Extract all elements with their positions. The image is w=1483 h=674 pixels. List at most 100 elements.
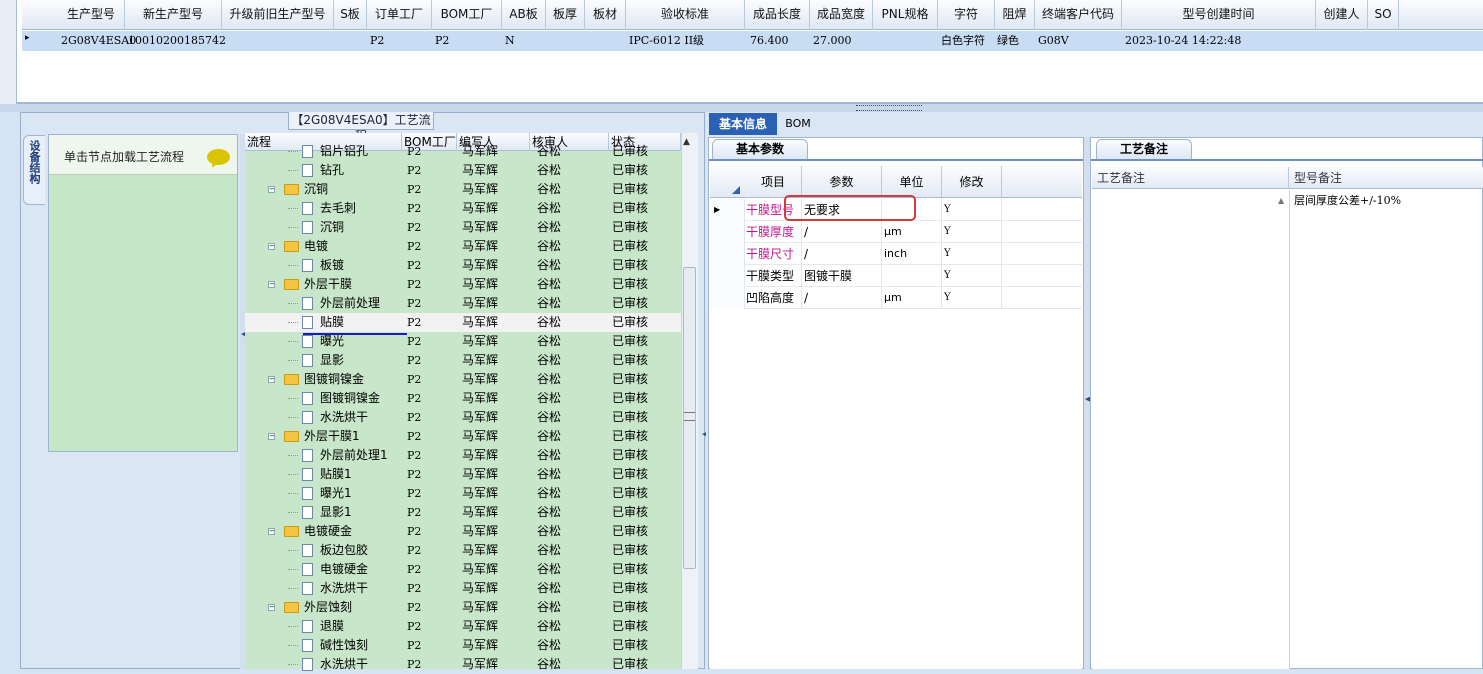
collapse-node-icon[interactable]: − (268, 186, 275, 193)
tree-row[interactable]: 外层前处理 P2 马军辉 谷松 已审核 (245, 294, 681, 313)
collapse-node-icon[interactable]: − (268, 281, 275, 288)
top-col-header[interactable]: BOM工厂 (432, 0, 502, 30)
tree-node-name[interactable]: 水洗烘干 (320, 579, 368, 598)
param-value[interactable]: / (802, 221, 882, 243)
tree-row[interactable]: − 外层干膜1 P2 马军辉 谷松 已审核 (245, 427, 681, 446)
header-process-note[interactable]: 工艺备注 (1093, 167, 1289, 189)
tree-row[interactable]: 板镀 P2 马军辉 谷松 已审核 (245, 256, 681, 275)
tree-node-name[interactable]: 沉铜 (320, 218, 344, 237)
top-grid-cell[interactable]: 绿色 (997, 31, 1019, 51)
tree-row[interactable]: − 图镀铜镍金 P2 马军辉 谷松 已审核 (245, 370, 681, 389)
top-grid-cell[interactable]: G08V (1038, 31, 1069, 51)
top-col-header[interactable]: 型号创建时间 (1122, 0, 1316, 30)
tree-node-name[interactable]: 去毛刺 (320, 199, 356, 218)
tree-node-name[interactable]: 电镀硬金 (304, 522, 352, 541)
top-grid-cell[interactable]: 2G08V4ESA0 (61, 31, 136, 51)
tree-row[interactable]: 贴膜 P2 马军辉 谷松 已审核 (245, 313, 681, 332)
param-row[interactable]: 干膜类型 图镀干膜 Y (710, 265, 1082, 287)
param-unit[interactable]: μm (882, 287, 942, 309)
top-col-header[interactable]: 成品长度 (745, 0, 810, 30)
param-modify[interactable]: Y (942, 287, 1002, 309)
splitter-grip-icon[interactable] (856, 105, 922, 111)
param-value[interactable]: / (802, 287, 882, 309)
tree-row[interactable]: 铝片铝孔 P2 马军辉 谷松 已审核 (245, 142, 681, 161)
tab-basic-info[interactable]: 基本信息 (709, 113, 777, 135)
tree-row[interactable]: 水洗烘干 P2 马军辉 谷松 已审核 (245, 408, 681, 427)
scroll-up-icon[interactable]: ▲ (1278, 196, 1284, 205)
top-col-header[interactable]: 生产型号 (58, 0, 125, 30)
top-col-header[interactable]: 新生产型号 (125, 0, 222, 30)
param-unit[interactable] (882, 265, 942, 287)
top-col-header[interactable]: PNL规格 (873, 0, 938, 30)
top-col-header[interactable]: 字符 (938, 0, 995, 30)
top-col-header[interactable]: AB板 (502, 0, 546, 30)
top-grid-cell[interactable]: 10010200185742 (128, 31, 226, 51)
param-modify[interactable]: Y (942, 221, 1002, 243)
tree-row[interactable]: − 外层蚀刻 P2 马军辉 谷松 已审核 (245, 598, 681, 617)
tab-bom[interactable]: BOM (780, 113, 816, 135)
tab-process-notes[interactable]: 工艺备注 (1096, 139, 1192, 159)
tree-node-name[interactable]: 显影1 (320, 503, 352, 522)
top-grid-cell[interactable]: N (505, 31, 515, 51)
param-modify[interactable]: Y (942, 265, 1002, 287)
tree-node-name[interactable]: 板边包胶 (320, 541, 368, 560)
top-grid-cell[interactable]: 27.000 (813, 31, 852, 51)
top-col-header[interactable]: 板厚 (546, 0, 585, 30)
top-grid-cell[interactable]: 76.400 (750, 31, 789, 51)
collapse-node-icon[interactable]: − (268, 528, 275, 535)
top-col-header[interactable]: 创建人 (1316, 0, 1368, 30)
param-unit[interactable]: μm (882, 221, 942, 243)
tree-node-name[interactable]: 板镀 (320, 256, 344, 275)
top-col-header[interactable]: 升级前旧生产型号 (222, 0, 334, 30)
tree-node-name[interactable]: 钻孔 (320, 161, 344, 180)
model-note-text[interactable]: 层间厚度公差+/-10% (1294, 192, 1401, 208)
tree-row[interactable]: − 外层干膜 P2 马军辉 谷松 已审核 (245, 275, 681, 294)
param-col-header[interactable]: 修改 (942, 166, 1002, 198)
tree-row[interactable]: 显影 P2 马军辉 谷松 已审核 (245, 351, 681, 370)
top-col-header[interactable]: 验收标准 (626, 0, 745, 30)
param-unit[interactable]: inch (882, 243, 942, 265)
tree-node-name[interactable]: 贴膜1 (320, 465, 352, 484)
tree-node-name[interactable]: 电镀硬金 (320, 560, 368, 579)
top-grid-cell[interactable]: P2 (435, 31, 449, 51)
tree-row[interactable]: 水洗烘干 P2 马军辉 谷松 已审核 (245, 579, 681, 598)
tree-row[interactable]: 碱性蚀刻 P2 马军辉 谷松 已审核 (245, 636, 681, 655)
top-col-header[interactable]: 阻焊 (995, 0, 1035, 30)
tree-node-name[interactable]: 水洗烘干 (320, 408, 368, 427)
scroll-up-icon[interactable]: ▲ (683, 137, 690, 147)
param-value[interactable]: / (802, 243, 882, 265)
param-modify[interactable]: Y (942, 199, 1002, 221)
top-col-header[interactable]: 终端客户代码 (1035, 0, 1122, 30)
tree-row[interactable]: 去毛刺 P2 马军辉 谷松 已审核 (245, 199, 681, 218)
tree-node-name[interactable]: 显影 (320, 351, 344, 370)
tree-node-name[interactable]: 铝片铝孔 (320, 142, 368, 161)
tree-row[interactable]: − 电镀硬金 P2 马军辉 谷松 已审核 (245, 522, 681, 541)
param-col-header[interactable]: 单位 (882, 166, 942, 198)
tree-row[interactable]: 图镀铜镍金 P2 马军辉 谷松 已审核 (245, 389, 681, 408)
tree-row[interactable]: 水洗烘干 P2 马军辉 谷松 已审核 (245, 655, 681, 674)
collapse-node-icon[interactable]: − (268, 604, 275, 611)
param-row[interactable]: 干膜尺寸 / inch Y (710, 243, 1082, 265)
tree-node-name[interactable]: 贴膜 (320, 313, 344, 332)
top-grid-cell[interactable]: 白色字符 (941, 31, 985, 51)
top-col-header[interactable]: S板 (334, 0, 367, 30)
tree-node-name[interactable]: 图镀铜镍金 (320, 389, 380, 408)
collapse-node-icon[interactable]: − (268, 433, 275, 440)
tree-row[interactable]: 沉铜 P2 马军辉 谷松 已审核 (245, 218, 681, 237)
tree-row[interactable]: 退膜 P2 马军辉 谷松 已审核 (245, 617, 681, 636)
collapse-node-icon[interactable]: − (268, 243, 275, 250)
tree-node-name[interactable]: 图镀铜镍金 (304, 370, 364, 389)
collapse-node-icon[interactable]: − (268, 376, 275, 383)
tree-node-name[interactable]: 退膜 (320, 617, 344, 636)
param-col-header[interactable]: 项目 (745, 166, 802, 198)
param-row[interactable]: 凹陷高度 / μm Y (710, 287, 1082, 309)
tree-node-name[interactable]: 外层干膜 (304, 275, 352, 294)
tree-node-name[interactable]: 外层干膜1 (304, 427, 360, 446)
param-modify[interactable]: Y (942, 243, 1002, 265)
tree-row[interactable]: 外层前处理1 P2 马军辉 谷松 已审核 (245, 446, 681, 465)
param-col-header[interactable]: 参数 (802, 166, 882, 198)
top-col-header[interactable]: 成品宽度 (810, 0, 873, 30)
tree-node-name[interactable]: 外层蚀刻 (304, 598, 352, 617)
tree-node-name[interactable]: 沉铜 (304, 180, 328, 199)
tree-row[interactable]: 显影1 P2 马军辉 谷松 已审核 (245, 503, 681, 522)
